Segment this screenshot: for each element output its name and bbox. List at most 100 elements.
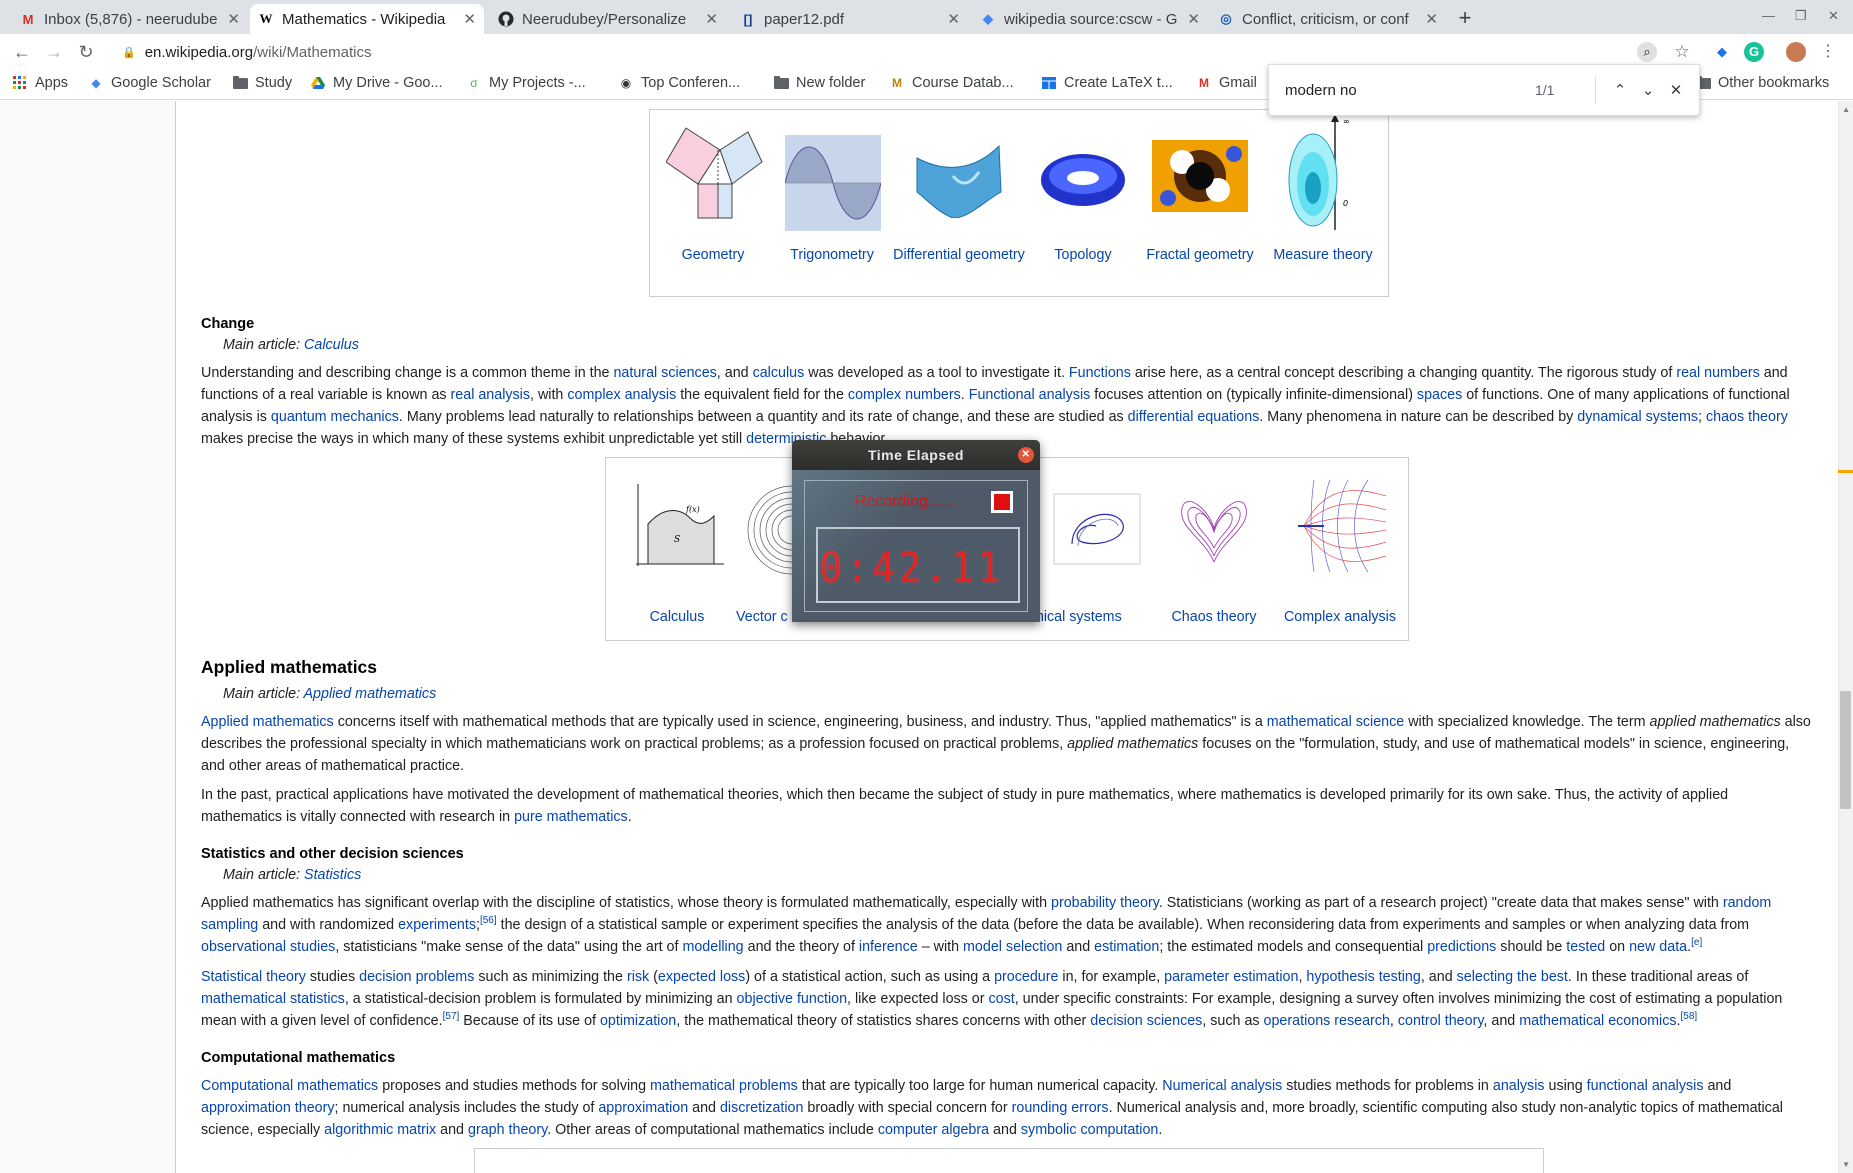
find-next-icon[interactable]: ⌄ (1634, 81, 1662, 99)
article-link[interactable]: quantum mechanics (271, 409, 399, 425)
gallery-item-trigonometry[interactable]: Trigonometry (773, 120, 891, 290)
article-link[interactable]: optimization (600, 1013, 676, 1029)
gallery-caption[interactable]: Complex analysis (1276, 609, 1404, 625)
gallery-item-topology[interactable]: Topology (1027, 120, 1139, 290)
article-link[interactable]: rounding errors (1012, 1100, 1109, 1116)
gallery-caption[interactable]: Trigonometry (773, 247, 891, 263)
gallery-caption[interactable]: Geometry (658, 247, 768, 263)
article-link[interactable]: expected loss (658, 969, 745, 985)
article-link[interactable]: mathematical statistics (201, 991, 345, 1007)
article-link[interactable]: symbolic computation (1021, 1122, 1158, 1138)
grammarly-icon[interactable]: G (1744, 42, 1764, 62)
new-tab-button[interactable]: + (1452, 6, 1478, 32)
address-bar[interactable]: 🔒 en.wikipedia.org/wiki/Mathematics (110, 37, 1710, 67)
gallery-caption[interactable]: Fractal geometry (1141, 247, 1259, 263)
article-link[interactable]: predictions (1427, 939, 1496, 955)
main-article-link[interactable]: Applied mathematics (304, 686, 437, 702)
main-article-link[interactable]: Statistics (304, 867, 361, 883)
gallery-caption[interactable]: amical systems (1024, 609, 1144, 625)
article-link[interactable]: natural sciences (613, 365, 716, 381)
article-link[interactable]: Computational mathematics (201, 1078, 378, 1094)
scrollbar-thumb[interactable] (1840, 691, 1851, 809)
find-close-icon[interactable]: ✕ (1662, 81, 1690, 99)
tab-pdf[interactable]: [] paper12.pdf ✕ (732, 4, 968, 34)
article-link[interactable]: computer algebra (878, 1122, 989, 1138)
reference-link[interactable]: [56] (480, 915, 497, 926)
bookmark-create-latex[interactable]: Create LaTeX t... (1041, 75, 1173, 91)
minimize-icon[interactable]: — (1762, 8, 1775, 23)
time-elapsed-window[interactable]: Time Elapsed ✕ Recording...... 0:42.11 (792, 440, 1040, 622)
window-close-icon[interactable]: ✕ (1828, 8, 1839, 24)
bookmark-apps[interactable]: Apps (12, 75, 68, 91)
gallery-caption[interactable]: Measure theory (1261, 247, 1385, 263)
article-link[interactable]: cost (988, 991, 1014, 1007)
find-previous-icon[interactable]: ⌃ (1606, 81, 1634, 99)
reference-link[interactable]: [e] (1691, 937, 1702, 948)
article-link[interactable]: Applied mathematics (201, 714, 334, 730)
close-tab-icon[interactable]: ✕ (705, 10, 718, 28)
timer-close-icon[interactable]: ✕ (1018, 447, 1034, 463)
article-link[interactable]: estimation (1094, 939, 1159, 955)
article-link[interactable]: approximation theory (201, 1100, 335, 1116)
close-tab-icon[interactable]: ✕ (1425, 10, 1438, 28)
article-link[interactable]: algorithmic matrix (324, 1122, 436, 1138)
close-tab-icon[interactable]: ✕ (1187, 10, 1200, 28)
article-link[interactable]: tested (1566, 939, 1605, 955)
article-link[interactable]: complex numbers (848, 387, 961, 403)
bookmark-my-projects[interactable]: σ My Projects -... (466, 75, 585, 91)
article-link[interactable]: chaos theory (1706, 409, 1788, 425)
article-link[interactable]: functional analysis (1587, 1078, 1704, 1094)
article-link[interactable]: mathematical problems (650, 1078, 798, 1094)
article-link[interactable]: Numerical analysis (1162, 1078, 1282, 1094)
article-link[interactable]: parameter estimation (1164, 969, 1298, 985)
stop-recording-button[interactable] (991, 491, 1013, 513)
article-link[interactable]: model selection (963, 939, 1062, 955)
scroll-up-icon[interactable]: ▲ (1842, 105, 1850, 114)
bookmark-star-icon[interactable]: ☆ (1672, 42, 1692, 62)
article-link[interactable]: Functional analysis (969, 387, 1091, 403)
bookmark-my-drive[interactable]: My Drive - Goo... (310, 75, 443, 91)
article-link[interactable]: control theory (1398, 1013, 1484, 1029)
article-link[interactable]: spaces (1417, 387, 1462, 403)
bookmark-google-scholar[interactable]: ◆ Google Scholar (88, 75, 211, 91)
article-link[interactable]: pure mathematics (514, 809, 628, 825)
gallery-caption[interactable]: Calculus (618, 609, 736, 625)
article-link[interactable]: decision problems (359, 969, 474, 985)
bookmark-course-database[interactable]: M Course Datab... (889, 75, 1014, 91)
article-link[interactable]: observational studies (201, 939, 335, 955)
back-arrow-icon[interactable]: ← (10, 40, 34, 64)
reload-icon[interactable]: ↻ (74, 40, 98, 64)
article-link[interactable]: dynamical systems (1577, 409, 1698, 425)
page-scrollbar[interactable]: ▲ ▼ (1838, 101, 1853, 1173)
close-tab-icon[interactable]: ✕ (463, 10, 476, 28)
bookmark-other-bookmarks[interactable]: Other bookmarks (1695, 75, 1829, 91)
tab-wikipedia[interactable]: W Mathematics - Wikipedia ✕ (250, 4, 484, 34)
article-link[interactable]: experiments (398, 917, 476, 933)
article-link[interactable]: selecting the best (1457, 969, 1568, 985)
tab-gmail[interactable]: M Inbox (5,876) - neerudube ✕ (12, 4, 248, 34)
article-link[interactable]: probability theory (1051, 895, 1159, 911)
gallery-item-differential-geometry[interactable]: Differential geometry (891, 120, 1027, 290)
menu-kebab-icon[interactable]: ⋮ (1818, 42, 1838, 62)
article-link[interactable]: procedure (994, 969, 1058, 985)
gallery-item-chaos-theory[interactable]: Chaos theory (1152, 470, 1276, 630)
article-link[interactable]: decision sciences (1090, 1013, 1202, 1029)
tab-scholar[interactable]: ◆ wikipedia source:cscw - G ✕ (972, 4, 1208, 34)
tab-acm[interactable]: ◎ Conflict, criticism, or conf ✕ (1210, 4, 1446, 34)
article-link[interactable]: objective function (737, 991, 847, 1007)
article-link[interactable]: differential equations (1128, 409, 1260, 425)
gallery-caption[interactable]: Topology (1027, 247, 1139, 263)
article-link[interactable]: mathematical economics (1519, 1013, 1676, 1029)
extension-icon[interactable]: ◆ (1712, 42, 1732, 62)
close-tab-icon[interactable]: ✕ (227, 10, 240, 28)
scroll-down-icon[interactable]: ▼ (1842, 1160, 1850, 1169)
gallery-item-fractal-geometry[interactable]: Fractal geometry (1141, 120, 1259, 290)
article-link[interactable]: real numbers (1676, 365, 1759, 381)
maximize-icon[interactable]: ❐ (1795, 8, 1807, 24)
article-link[interactable]: graph theory (468, 1122, 547, 1138)
article-link[interactable]: Functions (1069, 365, 1131, 381)
timer-titlebar[interactable]: Time Elapsed ✕ (792, 440, 1040, 470)
find-input[interactable]: modern no (1285, 82, 1535, 99)
gallery-item-geometry[interactable]: Geometry (658, 120, 768, 290)
article-link[interactable]: risk (627, 969, 649, 985)
